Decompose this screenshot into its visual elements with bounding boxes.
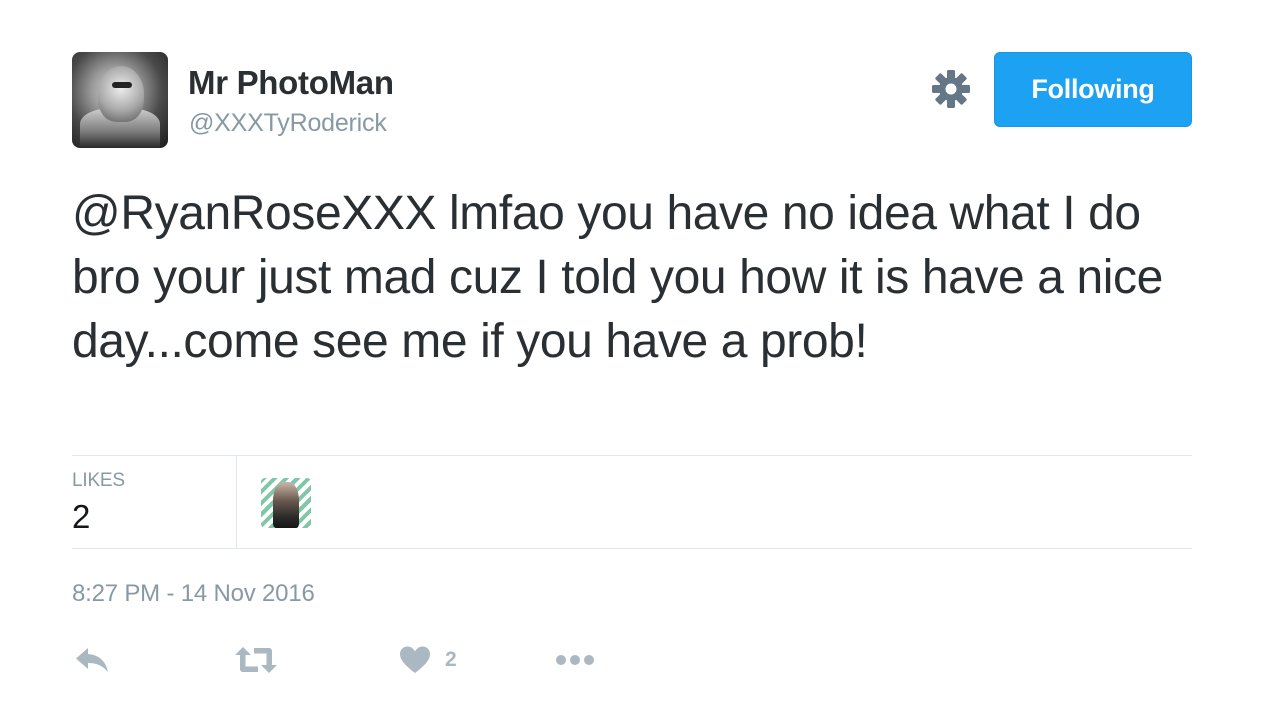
display-name[interactable]: Mr PhotoMan <box>188 64 394 102</box>
tweet-stats: LIKES 2 <box>72 455 1192 549</box>
following-button[interactable]: Following <box>994 52 1192 127</box>
heart-icon <box>399 645 431 675</box>
gear-icon[interactable] <box>930 68 972 110</box>
retweet-icon <box>234 645 278 675</box>
like-count: 2 <box>445 648 457 671</box>
stats-divider <box>236 456 237 548</box>
tweet-text: @RyanRoseXXX lmfao you have no idea what… <box>72 182 1172 374</box>
liker-avatar-figure <box>273 482 299 528</box>
avatar-face-shape <box>98 66 144 122</box>
reply-icon <box>74 645 110 675</box>
retweet-button[interactable] <box>234 640 278 680</box>
reply-button[interactable] <box>74 640 110 680</box>
likes-count[interactable]: 2 <box>72 498 90 536</box>
user-avatar[interactable] <box>72 52 168 148</box>
tweet-mention-link[interactable]: @RyanRoseXXX <box>72 187 436 240</box>
likes-label[interactable]: LIKES <box>72 470 125 492</box>
user-handle[interactable]: @XXXTyRoderick <box>189 109 387 138</box>
like-button[interactable]: 2 <box>399 640 457 680</box>
avatar-detail-shape <box>112 82 132 88</box>
liker-avatar[interactable] <box>261 478 311 528</box>
more-button[interactable] <box>555 640 597 680</box>
more-icon <box>555 652 597 668</box>
tweet-timestamp[interactable]: 8:27 PM - 14 Nov 2016 <box>72 580 315 608</box>
